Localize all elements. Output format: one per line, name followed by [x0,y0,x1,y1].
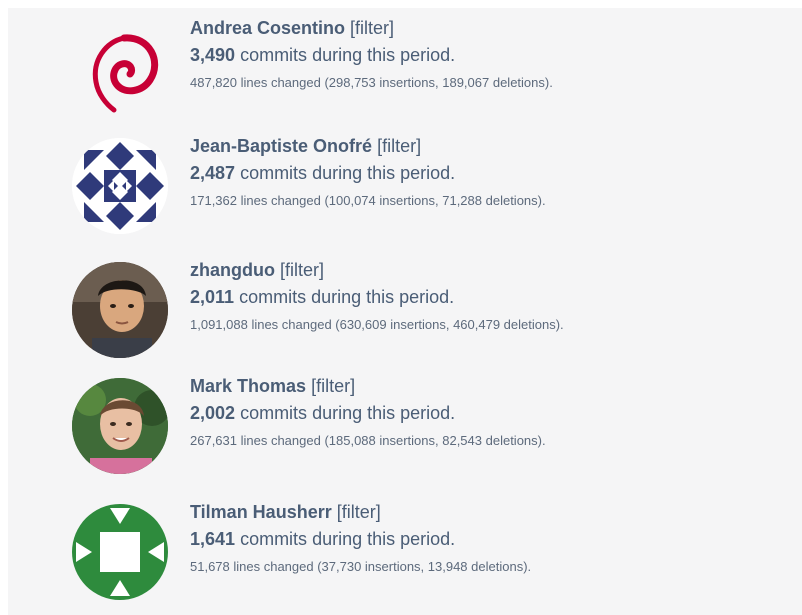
user-photo[interactable] [72,262,168,358]
contributor-item: zhangduo [filter] 2,011 commits during t… [72,258,792,368]
contributor-info: zhangduo [filter] 2,011 commits during t… [190,258,790,338]
name-line: Tilman Hausherr [filter] [190,500,790,524]
name-line: Mark Thomas [filter] [190,374,790,398]
debian-swirl-icon[interactable] [72,20,168,116]
user-photo[interactable] [72,378,168,474]
contributor-info: Andrea Cosentino [filter] 3,490 commits … [190,16,790,96]
commits-line: 2,002 commits during this period. [190,398,790,428]
contributor-info: Jean-Baptiste Onofré [filter] 2,487 comm… [190,134,790,214]
filter-link[interactable]: [filter] [337,502,381,522]
commits-suffix: commits during this period. [240,45,456,65]
name-line: zhangduo [filter] [190,258,790,282]
commits-line: 1,641 commits during this period. [190,524,790,554]
green-geometric-identicon[interactable] [72,504,168,600]
contributor-item: Andrea Cosentino [filter] 3,490 commits … [72,16,792,126]
lines-changed: 487,820 lines changed (298,753 insertion… [190,75,553,90]
contributor-name[interactable]: Mark Thomas [190,376,306,396]
commit-count: 2,002 [190,403,236,423]
commit-count: 3,490 [190,45,236,65]
navy-geometric-identicon[interactable] [72,138,168,234]
contributor-info: Mark Thomas [filter] 2,002 commits durin… [190,374,790,454]
contributor-name[interactable]: zhangduo [190,260,275,280]
contributors-panel: Andrea Cosentino [filter] 3,490 commits … [8,8,802,615]
commits-line: 2,487 commits during this period. [190,158,790,188]
contributor-item: Jean-Baptiste Onofré [filter] 2,487 comm… [72,134,792,244]
filter-link[interactable]: [filter] [311,376,355,396]
contributor-info: Tilman Hausherr [filter] 1,641 commits d… [190,500,790,580]
commit-count: 2,487 [190,163,236,183]
filter-link[interactable]: [filter] [377,136,421,156]
contributor-name[interactable]: Andrea Cosentino [190,18,345,38]
commits-suffix: commits during this period. [240,529,456,549]
commit-count: 2,011 [190,287,235,307]
name-line: Andrea Cosentino [filter] [190,16,790,40]
lines-changed: 51,678 lines changed (37,730 insertions,… [190,559,532,574]
contributor-name[interactable]: Tilman Hausherr [190,502,332,522]
lines-changed: 171,362 lines changed (100,074 insertion… [190,193,546,208]
contributor-name[interactable]: Jean-Baptiste Onofré [190,136,372,156]
filter-link[interactable]: [filter] [350,18,394,38]
name-line: Jean-Baptiste Onofré [filter] [190,134,790,158]
commits-suffix: commits during this period. [240,163,456,183]
filter-link[interactable]: [filter] [280,260,324,280]
contributor-item: Mark Thomas [filter] 2,002 commits durin… [72,374,792,484]
commits-suffix: commits during this period. [239,287,455,307]
contributor-item: Tilman Hausherr [filter] 1,641 commits d… [72,500,792,610]
lines-changed: 1,091,088 lines changed (630,609 inserti… [190,317,564,332]
commit-count: 1,641 [190,529,236,549]
commits-suffix: commits during this period. [240,403,456,423]
lines-changed: 267,631 lines changed (185,088 insertion… [190,433,546,448]
commits-line: 3,490 commits during this period. [190,40,790,70]
commits-line: 2,011 commits during this period. [190,282,790,312]
